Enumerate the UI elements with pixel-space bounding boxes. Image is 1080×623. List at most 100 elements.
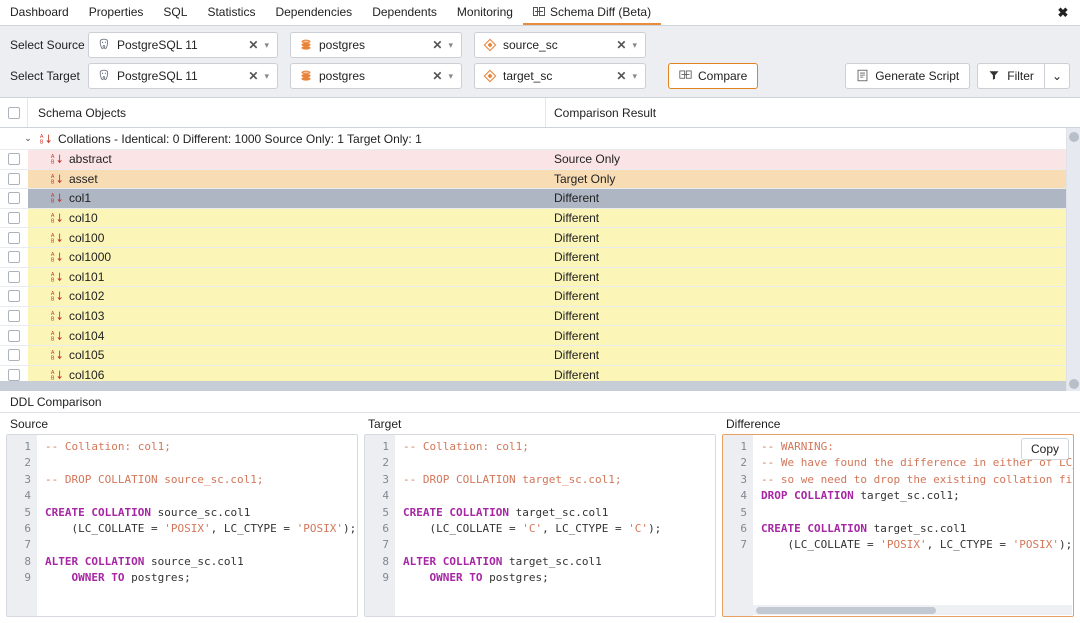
row-object-name: col105 xyxy=(69,348,105,363)
source-database-chevron-down-icon[interactable]: ▾ xyxy=(447,40,457,51)
scrollbar-thumb[interactable] xyxy=(756,607,936,614)
source-schema-chevron-down-icon[interactable]: ▾ xyxy=(631,40,641,51)
tab-dependents[interactable]: Dependents xyxy=(362,0,447,25)
table-row[interactable]: A B col102 Different xyxy=(0,287,1080,307)
table-row[interactable]: A B col100 Different xyxy=(0,228,1080,248)
source-selector-row: Select Source PostgreSQL 11 ✕ ▾ postgres… xyxy=(10,32,1070,58)
schema-diff-page: Dashboard Properties SQL Statistics Depe… xyxy=(0,0,1080,623)
table-row[interactable]: A B col104 Different xyxy=(0,326,1080,346)
svg-text:B: B xyxy=(51,277,55,283)
row-object-cell: A B col100 xyxy=(28,228,546,247)
source-schema-select[interactable]: source_sc ✕ ▾ xyxy=(474,32,646,58)
row-result-value: Different xyxy=(554,289,600,304)
table-row[interactable]: A B asset Target Only xyxy=(0,169,1080,190)
collation-icon: AB xyxy=(50,289,64,303)
chevron-down-icon[interactable]: ⌄ xyxy=(22,133,34,144)
table-horizontal-scrollbar[interactable] xyxy=(0,381,1080,391)
ddl-target-code[interactable]: -- Collation: col1; -- DROP COLLATION tar… xyxy=(395,435,715,616)
collation-icon: AB xyxy=(50,348,64,362)
target-schema-select[interactable]: target_sc ✕ ▾ xyxy=(474,63,646,89)
source-server-clear-icon[interactable]: ✕ xyxy=(243,38,263,52)
row-checkbox[interactable] xyxy=(8,212,20,225)
svg-text:B: B xyxy=(51,336,55,342)
table-row[interactable]: A B col105 Different xyxy=(0,345,1080,366)
source-database-clear-icon[interactable]: ✕ xyxy=(427,38,447,52)
group-row-collations[interactable]: ⌄ AB Collations - Identical: 0 Different… xyxy=(0,128,1080,150)
close-icon[interactable]: ✖ xyxy=(1054,0,1072,25)
ddl-source-editor[interactable]: 123456789 -- Collation: col1; -- DROP COL… xyxy=(6,434,358,617)
row-checkbox[interactable] xyxy=(8,231,20,244)
ddl-target-editor[interactable]: 123456789 -- Collation: col1; -- DROP COL… xyxy=(364,434,716,617)
row-checkbox-cell xyxy=(0,345,28,365)
ddl-difference-code[interactable]: -- WARNING: -- We have found the differen… xyxy=(753,435,1073,616)
tab-dashboard[interactable]: Dashboard xyxy=(0,0,79,25)
tab-sql[interactable]: SQL xyxy=(153,0,197,25)
row-checkbox[interactable] xyxy=(8,349,20,362)
table-row[interactable]: A B abstract Source Only xyxy=(0,150,1080,170)
row-object-cell: A B col1000 xyxy=(28,247,546,267)
target-schema-clear-icon[interactable]: ✕ xyxy=(611,69,631,83)
row-checkbox[interactable] xyxy=(8,368,20,381)
source-schema-clear-icon[interactable]: ✕ xyxy=(611,38,631,52)
source-database-select[interactable]: postgres ✕ ▾ xyxy=(290,32,462,58)
row-checkbox[interactable] xyxy=(8,310,20,323)
row-checkbox[interactable] xyxy=(8,153,20,166)
filter-dropdown-button[interactable]: ⌄ xyxy=(1043,63,1070,89)
row-object-name: abstract xyxy=(69,152,112,167)
svg-text:B: B xyxy=(51,199,55,205)
tab-schema-diff[interactable]: Schema Diff (Beta) xyxy=(522,0,662,25)
tab-label: Dependencies xyxy=(275,4,353,19)
target-server-chevron-down-icon[interactable]: ▾ xyxy=(263,71,273,82)
tab-monitoring[interactable]: Monitoring xyxy=(447,0,523,25)
table-row[interactable]: A B col106 Different xyxy=(0,365,1080,381)
schema-icon xyxy=(483,69,497,83)
filter-button[interactable]: Filter xyxy=(977,63,1045,89)
tab-dependencies[interactable]: Dependencies xyxy=(265,0,362,25)
schema-icon xyxy=(483,38,497,52)
select-all-checkbox[interactable] xyxy=(7,106,20,119)
row-result-cell: Different xyxy=(546,208,1080,228)
tab-properties[interactable]: Properties xyxy=(79,0,154,25)
table-row[interactable]: A B col103 Different xyxy=(0,306,1080,327)
table-row[interactable]: A B col1000 Different xyxy=(0,247,1080,268)
row-checkbox[interactable] xyxy=(8,329,20,342)
target-server-select[interactable]: PostgreSQL 11 ✕ ▾ xyxy=(88,63,278,89)
ddl-difference-column: Difference 1234567 -- WARNING: -- We have… xyxy=(722,417,1074,617)
row-checkbox-cell xyxy=(0,169,28,189)
target-database-chevron-down-icon[interactable]: ▾ xyxy=(447,71,457,82)
svg-text:B: B xyxy=(51,375,55,381)
scrollbar-thumb-bottom[interactable] xyxy=(1069,379,1079,389)
target-schema-chevron-down-icon[interactable]: ▾ xyxy=(631,71,641,82)
compare-button[interactable]: Compare xyxy=(668,63,759,89)
row-object-cell: A B col103 xyxy=(28,306,546,326)
row-checkbox[interactable] xyxy=(8,270,20,283)
row-checkbox[interactable] xyxy=(8,290,20,303)
ddl-source-code[interactable]: -- Collation: col1; -- DROP COLLATION sou… xyxy=(37,435,357,616)
compare-icon xyxy=(679,69,693,83)
table-row[interactable]: A B col1 Different xyxy=(0,189,1080,209)
table-row[interactable]: A B col101 Different xyxy=(0,267,1080,288)
collation-icon: AB xyxy=(50,309,64,323)
target-server-clear-icon[interactable]: ✕ xyxy=(243,69,263,83)
target-database-clear-icon[interactable]: ✕ xyxy=(427,69,447,83)
copy-button[interactable]: Copy xyxy=(1020,438,1069,460)
row-object-cell: A B asset xyxy=(28,169,546,189)
ddl-difference-editor[interactable]: 1234567 -- WARNING: -- We have found the … xyxy=(722,434,1074,617)
row-object-name: col1000 xyxy=(69,250,112,265)
source-server-chevron-down-icon[interactable]: ▾ xyxy=(263,40,273,51)
row-result-value: Different xyxy=(554,211,600,226)
source-server-select[interactable]: PostgreSQL 11 ✕ ▾ xyxy=(88,32,278,58)
tab-statistics[interactable]: Statistics xyxy=(197,0,265,25)
table-row[interactable]: A B col10 Different xyxy=(0,208,1080,229)
row-checkbox[interactable] xyxy=(8,251,20,264)
generate-script-button[interactable]: Generate Script xyxy=(845,63,971,89)
toolbar-actions: Generate Script Filter ⌄ xyxy=(845,63,1070,89)
table-vertical-scrollbar[interactable] xyxy=(1066,128,1080,391)
row-checkbox[interactable] xyxy=(8,172,20,185)
row-checkbox[interactable] xyxy=(8,192,20,205)
scrollbar-thumb-top[interactable] xyxy=(1069,132,1079,142)
ddl-difference-horizontal-scrollbar[interactable] xyxy=(753,605,1072,615)
ddl-source-column: Source 123456789 -- Collation: col1; -- D… xyxy=(6,417,358,617)
row-result-value: Different xyxy=(554,328,600,343)
target-database-select[interactable]: postgres ✕ ▾ xyxy=(290,63,462,89)
